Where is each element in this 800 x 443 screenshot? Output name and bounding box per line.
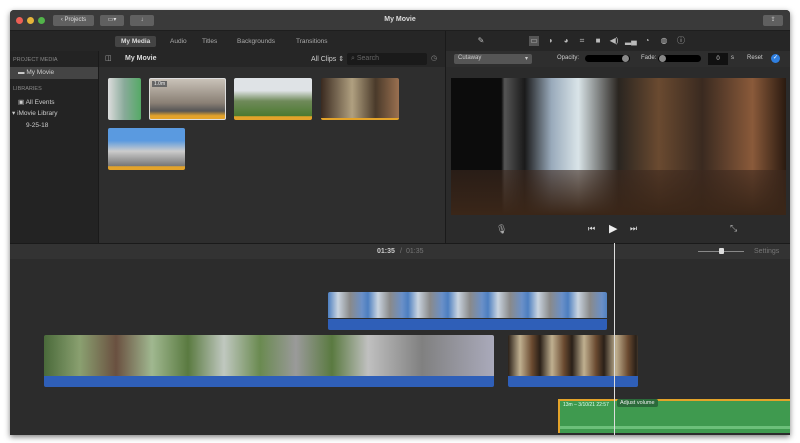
cutaway-icon[interactable]: ▭	[529, 36, 539, 46]
share-button[interactable]: ⇪	[763, 15, 783, 26]
sidebar-item-library[interactable]: ▾ iMovie Library	[10, 108, 98, 120]
cutaway-controls: Cutaway ▾ Opacity: Fade: 0 s Reset ✓	[446, 51, 790, 67]
tab-audio[interactable]: Audio	[164, 36, 193, 47]
audio-clip[interactable]: 13m – 3/10/21 22:57	[558, 399, 790, 433]
project-media-header: PROJECT MEDIA	[13, 57, 58, 63]
zoom-slider[interactable]	[698, 248, 744, 254]
imovie-window: ‹ Projects ▭▾ ↓ My Movie ⇪ My Media Audi…	[10, 10, 790, 435]
search-input[interactable]: ⌕ Search	[347, 53, 427, 65]
noise-reduction-icon[interactable]: ▂▄	[625, 36, 637, 46]
blend-mode-select[interactable]: Cutaway ▾	[454, 54, 532, 64]
audio-clip-label: 13m – 3/10/21 22:57	[563, 402, 609, 408]
fade-unit: s	[731, 55, 734, 61]
crop-icon[interactable]: ⌗	[577, 36, 587, 46]
timeline: 13m – 3/10/21 22:57 Adjust volume	[10, 243, 790, 435]
tab-backgrounds[interactable]: Backgrounds	[231, 36, 281, 47]
color-correction-icon[interactable]: ◕	[561, 36, 571, 46]
media-thumbnail[interactable]	[234, 78, 312, 120]
title-bar: ‹ Projects ▭▾ ↓ My Movie ⇪	[10, 10, 790, 31]
media-thumbnail-selected[interactable]: 1.0m	[149, 78, 226, 120]
viewer-panel: ✎ ▭ ◑ ◕ ⌗ ■ ◀) ▂▄ ◔ ◍ ⓘ Cutaway ▾ Opacity…	[445, 31, 790, 243]
magic-wand-icon[interactable]: ✎	[476, 36, 486, 46]
tab-titles[interactable]: Titles	[196, 36, 223, 47]
media-browser: ◫ My Movie All Clips ⇕ ⌕ Search ◷ 1.0m	[98, 51, 445, 243]
slider-knob[interactable]	[719, 248, 724, 254]
video-frame-floor	[451, 170, 786, 215]
filter-icon[interactable]: ◍	[659, 36, 669, 46]
clip-filter-select[interactable]: All Clips ⇕	[311, 55, 344, 63]
browser-toolbar: ◫ My Movie All Clips ⇕ ⌕ Search ◷	[99, 51, 445, 67]
microphone-icon[interactable]: 🎙︎	[496, 224, 507, 235]
settings-button[interactable]: Settings	[754, 248, 779, 255]
browser-title: My Movie	[125, 55, 157, 62]
play-icon[interactable]: ▶	[609, 222, 617, 235]
reset-label: Reset	[747, 55, 763, 61]
adjust-volume-tooltip: Adjust volume	[617, 399, 658, 407]
current-time: 01:35	[377, 248, 395, 255]
info-icon[interactable]: ⓘ	[676, 36, 686, 46]
opacity-slider[interactable]	[585, 55, 630, 62]
video-clip[interactable]	[508, 335, 638, 387]
fade-slider[interactable]	[658, 55, 701, 62]
skip-back-icon[interactable]: ⏮	[588, 224, 595, 234]
slider-knob[interactable]	[659, 55, 666, 62]
skip-forward-icon[interactable]: ⏭	[630, 224, 637, 234]
reset-button[interactable]: ✓	[771, 54, 780, 63]
sidebar-toggle-icon[interactable]: ◫	[105, 54, 112, 62]
speed-icon[interactable]: ◔	[642, 36, 652, 46]
stabilization-icon[interactable]: ■	[593, 36, 603, 46]
audio-waveform	[560, 426, 790, 429]
sidebar-item-my-movie[interactable]: ▬ My Movie	[10, 67, 98, 79]
clock-icon[interactable]: ◷	[431, 54, 437, 62]
tab-my-media[interactable]: My Media	[115, 36, 157, 47]
media-tabs: My Media Audio Titles Backgrounds Transi…	[10, 31, 445, 51]
total-time: 01:35	[406, 248, 424, 255]
media-thumbnail[interactable]	[108, 128, 185, 170]
duration-badge: 1.0m	[152, 81, 168, 87]
libraries-sidebar: PROJECT MEDIA ▬ My Movie LIBRARIES ▣ All…	[10, 51, 98, 243]
media-thumbnail[interactable]	[108, 78, 141, 120]
opacity-label: Opacity:	[557, 55, 580, 61]
events-icon: ▣	[18, 99, 26, 106]
fade-label: Fade:	[641, 55, 657, 61]
cutaway-clip[interactable]	[328, 292, 607, 330]
adjustments-toolbar: ✎ ▭ ◑ ◕ ⌗ ■ ◀) ▂▄ ◔ ◍ ⓘ	[446, 31, 790, 51]
fade-duration-field[interactable]: 0	[708, 53, 728, 65]
volume-icon[interactable]: ◀)	[609, 36, 619, 46]
video-preview	[451, 78, 786, 215]
main-video-clip[interactable]	[44, 335, 494, 387]
libraries-header: LIBRARIES	[13, 86, 42, 92]
timeline-toolbar: 01:35 / 01:35 Settings	[10, 243, 790, 259]
color-balance-icon[interactable]: ◑	[545, 36, 555, 46]
tab-transitions[interactable]: Transitions	[290, 36, 334, 47]
sidebar-item-event[interactable]: 9-25-18	[10, 120, 98, 132]
window-title: My Movie	[384, 16, 416, 23]
playhead[interactable]	[614, 243, 615, 435]
slider-knob[interactable]	[622, 55, 629, 62]
media-thumbnail[interactable]	[321, 78, 399, 120]
fullscreen-icon[interactable]: ⤡	[730, 223, 737, 234]
